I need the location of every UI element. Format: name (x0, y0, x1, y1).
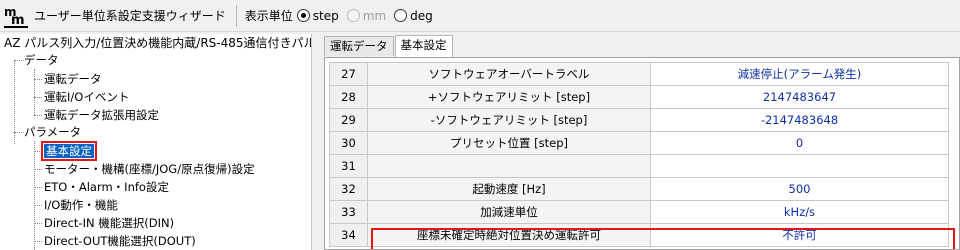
radio-icon (346, 9, 360, 22)
table-row[interactable]: 32 起動速度 [Hz] 500 (329, 177, 949, 201)
unit-radio-deg[interactable]: deg (394, 9, 433, 23)
tree-item-operation-io-event[interactable]: 運転I/Oイベント (44, 88, 129, 106)
table-row[interactable]: 28 +ソフトウェアリミット [step] 2147483647 (329, 85, 949, 109)
parameter-grid[interactable]: 27 ソフトウェアオーバートラベル 減速停止(アラーム発生) 28 +ソフトウェ… (324, 57, 960, 250)
table-row[interactable]: 29 -ソフトウェアリミット [step] -2147483648 (329, 108, 949, 132)
parameter-name: プリセット位置 [step] (367, 131, 651, 155)
tree-connector (14, 132, 24, 133)
tree-connector (34, 115, 42, 116)
toolbar: mm ユーザー単位系設定支援ウィザード 表示単位 step mm deg (0, 0, 960, 32)
tree-item-operation-data-extension[interactable]: 運転データ拡張用設定 (44, 106, 159, 124)
parameter-value[interactable] (650, 154, 949, 178)
tree-item-io-function[interactable]: I/O動作・機能 (44, 196, 118, 214)
tab-operation-data[interactable]: 運転データ (324, 36, 394, 56)
tree-group-data[interactable]: データ (24, 51, 59, 69)
tree-item-motor-mechanism[interactable]: モーター・機構(座標/JOG/原点復帰)設定 (44, 160, 255, 178)
parameter-name: ソフトウェアオーバートラベル (367, 62, 651, 86)
parameter-name (367, 154, 651, 178)
tab-bar: 運転データ 基本設定 (324, 35, 454, 57)
parameter-value[interactable]: 2147483647 (650, 85, 949, 109)
table-row[interactable]: 33 加減速単位 kHz/s (329, 200, 949, 224)
parameter-value[interactable]: kHz/s (650, 200, 949, 224)
tree-group-parameters[interactable]: パラメータ (24, 123, 81, 141)
row-number: 33 (329, 200, 368, 224)
tab-basic-settings[interactable]: 基本設定 (394, 35, 453, 57)
tree-connector (34, 79, 42, 80)
tree-connector (34, 169, 42, 170)
parameter-value[interactable]: 500 (650, 177, 949, 201)
tree-connector (34, 141, 35, 250)
unit-radio-label: mm (362, 8, 387, 23)
row-number: 31 (329, 154, 368, 178)
row-number: 27 (329, 62, 368, 86)
navigation-tree[interactable]: AZ パルス列入力/位置決め機能内蔵/RS-485通信付きパルス データ 運転デ… (0, 34, 312, 250)
tree-item-operation-data[interactable]: 運転データ (44, 70, 102, 88)
editor-pane: 運転データ 基本設定 27 ソフトウェアオーバートラベル 減速停止(アラーム発生… (318, 34, 960, 250)
parameter-name: 加減速単位 (367, 200, 651, 224)
unit-wizard-button[interactable]: ユーザー単位系設定支援ウィザード (34, 7, 226, 24)
table-row[interactable]: 31 (329, 154, 949, 178)
tree-item-direct-in[interactable]: Direct-IN 機能選択(DIN) (44, 214, 174, 232)
unit-radio-step[interactable]: step (296, 8, 339, 23)
unit-radio-label: step (312, 8, 339, 23)
unit-radio-mm: mm (346, 8, 387, 23)
row-highlight-box (371, 228, 955, 249)
tree-item-eto-alarm-info[interactable]: ETO・Alarm・Info設定 (44, 178, 169, 196)
parameter-name: +ソフトウェアリミット [step] (367, 85, 651, 109)
row-number: 32 (329, 177, 368, 201)
row-number: 30 (329, 131, 368, 155)
table-row[interactable]: 30 プリセット位置 [step] 0 (329, 131, 949, 155)
tree-connector (34, 97, 42, 98)
tree-connector (34, 187, 42, 188)
table-row[interactable]: 27 ソフトウェアオーバートラベル 減速停止(アラーム発生) (329, 62, 949, 86)
tree-item-direct-out[interactable]: Direct-OUT機能選択(DOUT) (44, 232, 196, 250)
row-number: 29 (329, 108, 368, 132)
radio-checked-icon[interactable] (296, 9, 310, 22)
toolbar-separator (235, 4, 237, 27)
parameter-name: -ソフトウェアリミット [step] (367, 108, 651, 132)
parameter-table: 27 ソフトウェアオーバートラベル 減速停止(アラーム発生) 28 +ソフトウェ… (329, 62, 949, 247)
tree-connector (14, 60, 24, 61)
parameter-value[interactable]: -2147483648 (650, 108, 949, 132)
row-number: 28 (329, 85, 368, 109)
unit-radio-label: deg (410, 8, 433, 23)
tree-item-basic-settings[interactable]: 基本設定 (41, 141, 97, 161)
app-logo-icon[interactable]: mm (2, 2, 32, 30)
display-unit-label: 表示単位 (244, 9, 293, 23)
tree-connector (34, 241, 42, 242)
parameter-name: 起動速度 [Hz] (367, 177, 651, 201)
tree-connector (34, 151, 42, 152)
parameter-value[interactable]: 0 (650, 131, 949, 155)
row-number: 34 (329, 223, 368, 247)
tree-connector (34, 205, 42, 206)
tree-connector (34, 223, 42, 224)
parameter-value[interactable]: 減速停止(アラーム発生) (650, 62, 949, 86)
tree-connector (34, 69, 35, 115)
radio-icon[interactable] (394, 9, 408, 22)
tree-item-label-selected[interactable]: 基本設定 (41, 141, 97, 161)
